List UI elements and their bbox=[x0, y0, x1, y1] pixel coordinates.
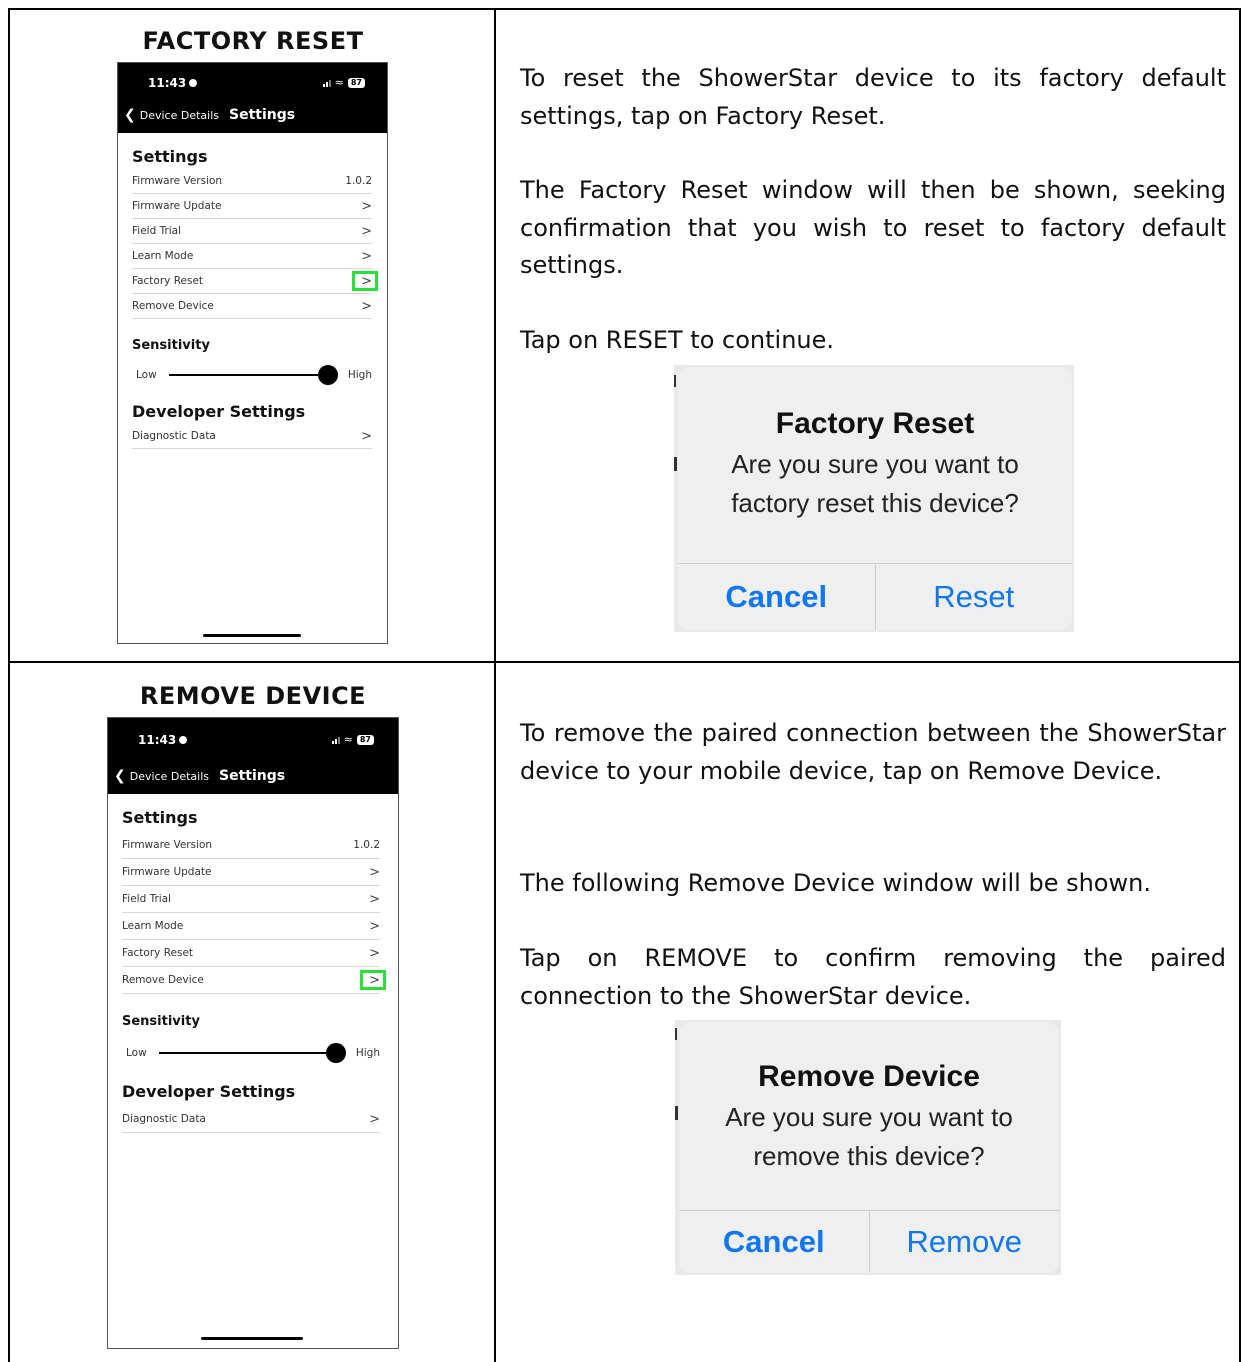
status-time: 11:43 bbox=[148, 76, 198, 90]
back-button[interactable]: Device Details bbox=[140, 109, 219, 122]
sensitivity-slider[interactable]: Low High bbox=[132, 365, 372, 385]
chevron-right-icon: > bbox=[361, 198, 372, 214]
chevron-right-icon-highlighted: > bbox=[352, 270, 378, 291]
firmware-update-row[interactable]: Firmware Update > bbox=[132, 194, 372, 219]
table-divider-vertical bbox=[494, 8, 496, 1362]
wifi-icon: ≈ bbox=[343, 733, 353, 746]
dialog-message-line-2: factory reset this device? bbox=[731, 488, 1019, 518]
dialog-buttons: Cancel Reset bbox=[678, 563, 1072, 630]
field-trial-row[interactable]: Field Trial > bbox=[132, 219, 372, 244]
learn-mode-row[interactable]: Learn Mode > bbox=[132, 244, 372, 269]
signal-bars-icon bbox=[322, 79, 331, 87]
factory-reset-paragraph-2: The Factory Reset window will then be sh… bbox=[520, 176, 1226, 279]
dialog-message-line-2: remove this device? bbox=[753, 1141, 985, 1171]
phone-header: 11:43 ≈ 87 ❮ Device Details Settings bbox=[108, 718, 398, 794]
reset-button[interactable]: Reset bbox=[874, 564, 1073, 630]
status-time: 11:43 bbox=[138, 733, 188, 747]
cancel-button[interactable]: Cancel bbox=[679, 1211, 869, 1273]
slider-knob[interactable] bbox=[317, 365, 338, 385]
remove-device-dialog-screenshot: Remove Device Are you sure you want to r… bbox=[675, 1020, 1061, 1275]
factory-reset-dialog-screenshot: Factory Reset Are you sure you want to f… bbox=[674, 365, 1074, 632]
factory-reset-row[interactable]: Factory Reset > bbox=[122, 940, 380, 967]
chevron-left-icon[interactable]: ❮ bbox=[124, 107, 136, 123]
phone-screenshot-remove-device: 11:43 ≈ 87 ❮ Device Details Settings Set… bbox=[107, 717, 399, 1349]
chevron-left-icon[interactable]: ❮ bbox=[114, 768, 126, 784]
remove-device-row[interactable]: Remove Device > bbox=[132, 294, 372, 319]
chevron-right-icon: > bbox=[361, 298, 372, 314]
remove-device-dialog: Remove Device Are you sure you want to r… bbox=[679, 1022, 1059, 1273]
factory-reset-paragraph-3: Tap on RESET to continue. bbox=[520, 326, 835, 354]
table-border-top bbox=[8, 8, 1241, 10]
factory-reset-paragraph-1: To reset the ShowerStar device to its fa… bbox=[520, 64, 1226, 130]
chevron-right-icon: > bbox=[369, 945, 380, 961]
field-trial-row[interactable]: Field Trial > bbox=[122, 886, 380, 913]
firmware-version-row: Firmware Version 1.0.2 bbox=[122, 832, 380, 859]
chevron-right-icon: > bbox=[361, 428, 372, 444]
back-button[interactable]: Device Details bbox=[130, 770, 209, 783]
developer-settings-heading: Developer Settings bbox=[132, 402, 306, 421]
phone-header: 11:43 ≈ 87 ❮ Device Details Settings bbox=[118, 63, 387, 133]
remove-device-paragraph-3: Tap on REMOVE to confirm removing the pa… bbox=[520, 944, 1226, 1010]
remove-button[interactable]: Remove bbox=[868, 1211, 1060, 1273]
signal-bars-icon bbox=[331, 736, 340, 744]
section-title-factory-reset: FACTORY RESET bbox=[142, 27, 364, 55]
chevron-right-icon: > bbox=[369, 1111, 380, 1127]
table-divider-horizontal bbox=[8, 661, 1241, 663]
chevron-right-icon: > bbox=[361, 223, 372, 239]
firmware-version-row: Firmware Version 1.0.2 bbox=[132, 169, 372, 194]
phone-screenshot-factory-reset: 11:43 ≈ 87 ❮ Device Details Settings Set… bbox=[117, 62, 388, 644]
sensitivity-slider[interactable]: Low High bbox=[122, 1043, 380, 1063]
cancel-button[interactable]: Cancel bbox=[678, 564, 875, 630]
factory-reset-row[interactable]: Factory Reset > bbox=[132, 269, 378, 294]
remove-device-paragraph-2: The following Remove Device window will … bbox=[520, 869, 1151, 897]
sensitivity-heading: Sensitivity bbox=[132, 338, 210, 353]
battery-icon: 87 bbox=[356, 734, 374, 745]
dialog-buttons: Cancel Remove bbox=[679, 1210, 1059, 1273]
slider-knob[interactable] bbox=[325, 1043, 346, 1063]
battery-icon: 87 bbox=[347, 77, 365, 88]
nav-bar: ❮ Device Details Settings bbox=[114, 768, 285, 784]
factory-reset-dialog: Factory Reset Are you sure you want to f… bbox=[678, 367, 1072, 630]
chevron-right-icon-highlighted: > bbox=[360, 969, 386, 990]
settings-heading: Settings bbox=[132, 147, 208, 166]
dialog-title: Remove Device bbox=[758, 1060, 980, 1093]
chevron-right-icon: > bbox=[369, 918, 380, 934]
page-title: Settings bbox=[219, 768, 286, 784]
page-title: Settings bbox=[229, 107, 296, 123]
status-icons: ≈ 87 bbox=[322, 76, 365, 89]
sensitivity-heading: Sensitivity bbox=[122, 1014, 200, 1029]
settings-heading: Settings bbox=[122, 808, 198, 827]
home-indicator bbox=[203, 634, 301, 637]
nav-bar: ❮ Device Details Settings bbox=[124, 107, 295, 123]
status-icons: ≈ 87 bbox=[331, 733, 374, 746]
dialog-title: Factory Reset bbox=[775, 407, 975, 440]
learn-mode-row[interactable]: Learn Mode > bbox=[122, 913, 380, 940]
diagnostic-data-row[interactable]: Diagnostic Data > bbox=[132, 424, 372, 449]
table-border-left bbox=[8, 8, 10, 1362]
developer-settings-heading: Developer Settings bbox=[122, 1082, 296, 1101]
settings-list: Settings Firmware Version 1.0.2 Firmware … bbox=[132, 147, 378, 449]
chevron-right-icon: > bbox=[369, 864, 380, 880]
chevron-right-icon: > bbox=[361, 248, 372, 264]
dialog-message-line-1: Are you sure you want to bbox=[725, 1102, 1013, 1132]
diagnostic-data-row[interactable]: Diagnostic Data > bbox=[122, 1106, 380, 1133]
home-indicator bbox=[201, 1337, 303, 1340]
dialog-message-line-1: Are you sure you want to bbox=[731, 449, 1019, 479]
wifi-icon: ≈ bbox=[334, 76, 344, 89]
section-title-remove-device: REMOVE DEVICE bbox=[139, 682, 367, 710]
remove-device-row[interactable]: Remove Device > bbox=[122, 967, 386, 994]
firmware-update-row[interactable]: Firmware Update > bbox=[122, 859, 380, 886]
remove-device-paragraph-1: To remove the paired connection between … bbox=[520, 719, 1226, 785]
settings-list: Settings Firmware Version 1.0.2 Firmware … bbox=[122, 808, 386, 1133]
chevron-right-icon: > bbox=[369, 891, 380, 907]
